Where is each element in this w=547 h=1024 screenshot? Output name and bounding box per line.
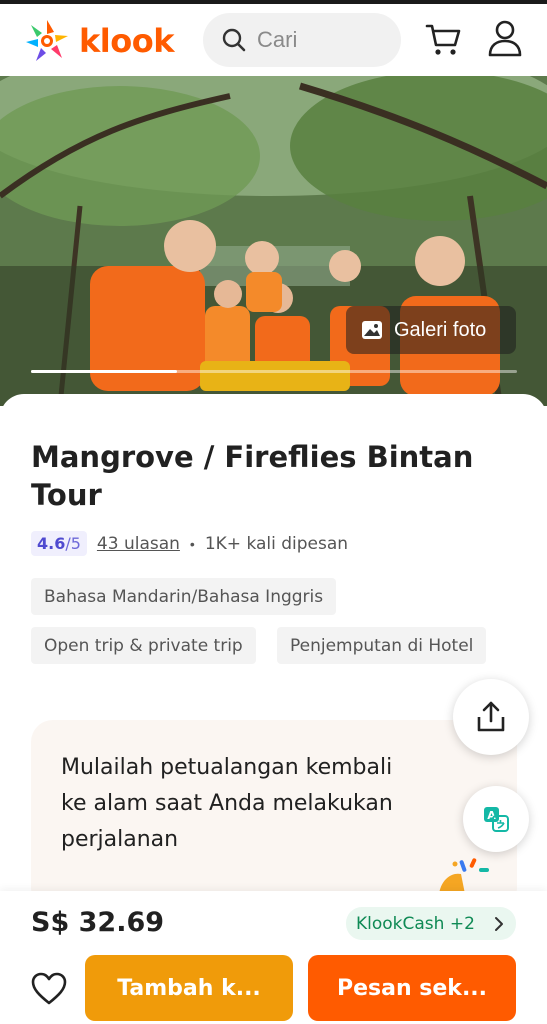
- logo-text: klook: [79, 22, 175, 60]
- booked-count: 1K+ kali dipesan: [204, 533, 349, 554]
- gallery-button[interactable]: Galeri foto: [346, 306, 516, 354]
- tag-language: Bahasa Mandarin/Bahasa Inggris: [31, 578, 337, 615]
- mangrove-photo: [0, 76, 547, 406]
- reviews-link[interactable]: 43 ulasan: [97, 534, 180, 554]
- heart-icon[interactable]: [30, 971, 68, 1007]
- search-bar[interactable]: [203, 13, 401, 67]
- booking-bar: S$ 32.69 KlookCash +2 Tambah k... Pesan …: [0, 891, 547, 1024]
- tag-hotel-pickup: Penjemputan di Hotel: [277, 627, 487, 664]
- meta-separator: •: [189, 535, 195, 552]
- rating-max: /5: [65, 534, 81, 553]
- activity-details: Mangrove / Fireflies Bintan Tour 4.6/5 4…: [0, 394, 547, 910]
- share-button[interactable]: [453, 679, 529, 755]
- carousel-progress-fill: [31, 370, 177, 373]
- rating-score: 4.6: [37, 534, 66, 553]
- gallery-label: Galeri foto: [394, 318, 487, 341]
- app-header: klook: [0, 4, 547, 76]
- add-to-cart-button[interactable]: Tambah k...: [85, 955, 293, 1021]
- user-icon[interactable]: [486, 18, 524, 58]
- klookcash-label: KlookCash +2: [356, 913, 475, 934]
- klook-logo[interactable]: klook: [24, 18, 175, 64]
- tag-trip-type: Open trip & private trip: [31, 627, 256, 664]
- cart-icon[interactable]: [424, 20, 462, 58]
- chevron-right-icon: [495, 917, 503, 931]
- hero-image[interactable]: Galeri foto: [0, 76, 547, 406]
- promo-text: Mulailah petualangan kembali ke alam saa…: [61, 755, 393, 852]
- activity-title: Mangrove / Fireflies Bintan Tour: [31, 440, 474, 512]
- klookcash-badge[interactable]: KlookCash +2: [346, 907, 516, 940]
- search-input[interactable]: [257, 27, 387, 53]
- rating-badge: 4.6/5: [31, 531, 87, 556]
- translate-icon: A: [484, 807, 509, 832]
- celebration-icon: [439, 858, 489, 894]
- book-now-button[interactable]: Pesan sek...: [308, 955, 516, 1021]
- promo-card: Mulailah petualangan kembali ke alam saa…: [31, 720, 517, 910]
- activity-meta: 4.6/5 43 ulasan • 1K+ kali dipesan: [31, 531, 348, 556]
- search-icon: [222, 28, 246, 52]
- image-icon: [362, 321, 382, 339]
- translate-button[interactable]: A: [463, 786, 529, 852]
- share-icon: [477, 701, 505, 732]
- klook-logo-icon: [26, 20, 68, 61]
- price: S$ 32.69: [31, 907, 165, 938]
- carousel-progress: [31, 370, 517, 373]
